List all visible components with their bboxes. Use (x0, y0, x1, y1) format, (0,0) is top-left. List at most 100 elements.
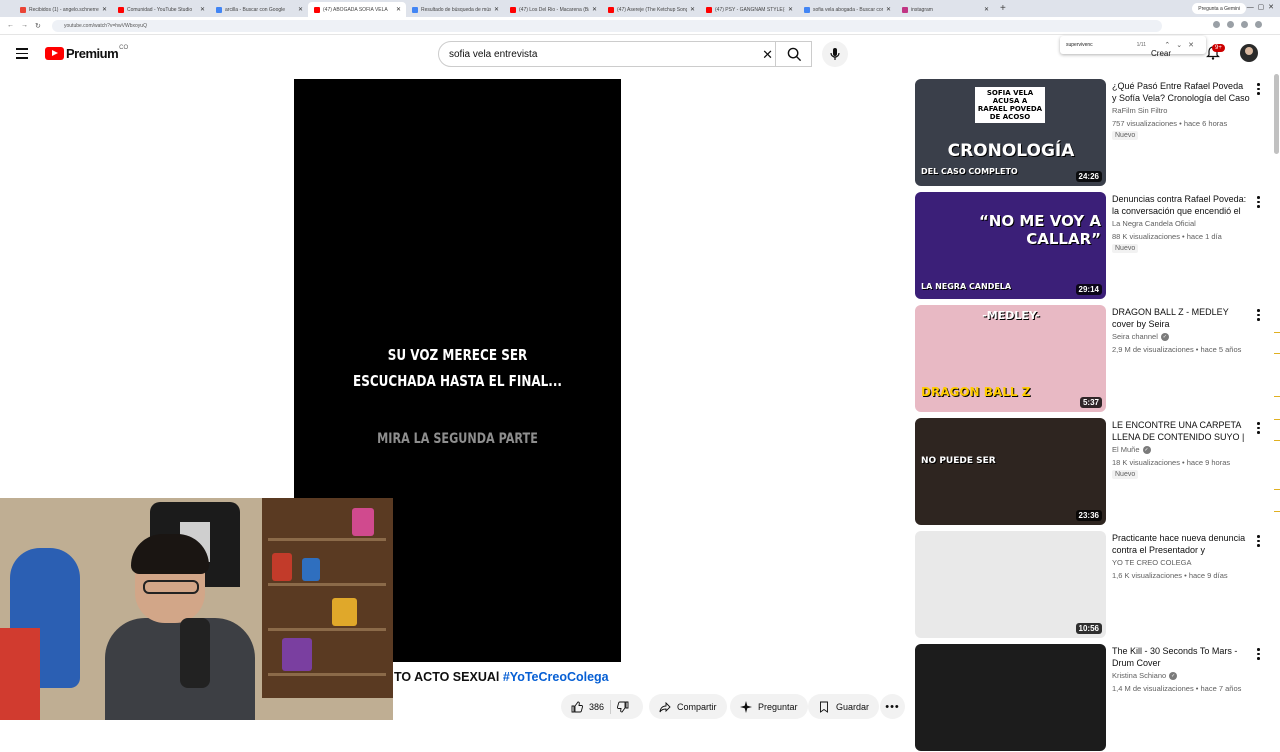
more-vert-icon[interactable] (1257, 83, 1260, 97)
webcam-overlay (0, 498, 393, 720)
thumb-overlay-text: “NO ME VOY A CALLAR” (978, 212, 1101, 248)
tab-title: Resultado de búsqueda de música (421, 6, 491, 13)
browser-tab[interactable]: (47) Asereje (The Ketchup Song) ✕ (602, 2, 700, 17)
search-input[interactable]: sofia vela entrevista ✕ (438, 41, 812, 67)
browser-tab[interactable]: arcilla - Buscar con Google ✕ (210, 2, 308, 17)
url-input[interactable]: youtube.com/watch?v=hwVWbxoyuQ (52, 20, 1162, 32)
zoom-icon[interactable] (1213, 21, 1220, 28)
recommended-title[interactable]: The Kill - 30 Seconds To Mars - Drum Cov… (1112, 645, 1250, 669)
recommended-video[interactable]: SOFIA VELA ACUSA A RAFAEL POVEDA DE ACOS… (915, 79, 1270, 187)
save-button[interactable]: Guardar (808, 694, 880, 719)
more-vert-icon[interactable] (1257, 309, 1260, 323)
tab-close-icon[interactable]: ✕ (690, 6, 695, 13)
bookmark-icon[interactable] (1227, 21, 1234, 28)
video-thumbnail[interactable] (915, 644, 1106, 751)
video-thumbnail[interactable]: NO PUEDE SER 23:36 (915, 418, 1106, 525)
tab-close-icon[interactable]: ✕ (102, 6, 107, 13)
recommended-title[interactable]: ¿Qué Pasó Entre Rafael Poveda y Sofía Ve… (1112, 80, 1250, 104)
voice-search-button[interactable] (822, 41, 848, 67)
ask-button[interactable]: Preguntar (730, 694, 808, 719)
thumb-overlay-text: NO PUEDE SER (921, 456, 996, 466)
channel-name-row[interactable]: Seira channel ✓ (1112, 332, 1169, 341)
sparkle-icon (740, 700, 752, 713)
browser-tab[interactable]: instagram ✕ (896, 2, 994, 17)
profile-icon[interactable] (1255, 21, 1262, 28)
browser-tab[interactable]: Resultado de búsqueda de música ✕ (406, 2, 504, 17)
address-bar: ← → ↻ youtube.com/watch?v=hwVWbxoyuQ (0, 17, 1280, 35)
create-button[interactable]: Crear (1151, 49, 1171, 63)
channel-name-row[interactable]: Kristina Schiano ✓ (1112, 671, 1178, 680)
recommended-video[interactable]: “NO ME VOY A CALLAR” LA NEGRA CANDELA 29:1… (915, 192, 1270, 300)
browser-tab[interactable]: Recibidos (1) - angelo.schnerre ✕ (14, 2, 112, 17)
save-label: Guardar (836, 701, 870, 712)
find-match-marker (1274, 419, 1280, 420)
more-actions-button[interactable]: ••• (880, 694, 905, 719)
overlay-subtext: MIRA LA SEGUNDA PARTE (377, 431, 538, 447)
recommended-title[interactable]: DRAGON BALL Z - MEDLEY cover by Seira (1112, 306, 1250, 330)
account-avatar[interactable] (1240, 44, 1258, 62)
verified-check-icon: ✓ (1142, 445, 1151, 454)
create-label: Crear (1151, 49, 1172, 58)
thumb-overlay-top: SOFIA VELA ACUSA A RAFAEL POVEDA DE ACOS… (975, 87, 1045, 123)
browser-tab[interactable]: sofia vela abogada - Buscar con ✕ (798, 2, 896, 17)
window-controls[interactable]: — ▢ ✕ (1247, 3, 1274, 11)
tab-close-icon[interactable]: ✕ (200, 6, 205, 13)
channel-name-row[interactable]: El Muñe ✓ (1112, 445, 1151, 454)
tab-close-icon[interactable]: ✕ (494, 6, 499, 13)
search-button[interactable] (775, 41, 813, 67)
recommended-video[interactable]: -MEDLEY- DRAGON BALL Z 5:37 DRAGON BALL Z … (915, 305, 1270, 413)
share-button[interactable]: Compartir (649, 694, 727, 719)
tab-close-icon[interactable]: ✕ (788, 6, 793, 13)
more-vert-icon[interactable] (1257, 196, 1260, 210)
video-meta: 1,4 M de visualizaciones • hace 7 años (1112, 684, 1242, 693)
video-hashtag-link[interactable]: #YoTeCreoColega (503, 670, 609, 684)
search-value: sofia vela entrevista (449, 48, 538, 60)
youtube-premium-logo[interactable]: Premium CO (45, 45, 128, 61)
forward-icon[interactable]: → (21, 22, 28, 29)
like-icon[interactable] (571, 701, 583, 713)
ask-label: Preguntar (758, 701, 798, 712)
browser-tab[interactable]: (47) ABOGADA SOFIA VELA ✕ (308, 2, 406, 17)
find-controls[interactable]: ⌃⌄✕ (1164, 41, 1200, 49)
tab-close-icon[interactable]: ✕ (886, 6, 891, 13)
channel-name: Kristina Schiano (1112, 671, 1167, 680)
new-tab-button[interactable]: + (1000, 3, 1006, 14)
recommended-title[interactable]: Practicante hace nueva denuncia contra e… (1112, 532, 1250, 556)
like-count: 386 (589, 701, 605, 712)
back-icon[interactable]: ← (7, 22, 14, 29)
tab-close-icon[interactable]: ✕ (396, 6, 401, 13)
reload-icon[interactable]: ↻ (35, 22, 41, 30)
channel-name-row[interactable]: La Negra Candela Oficial (1112, 219, 1196, 228)
recommended-video[interactable]: 10:56 Practicante hace nueva denuncia co… (915, 531, 1270, 639)
recommended-title[interactable]: Denuncias contra Rafael Poveda: la conve… (1112, 193, 1250, 217)
video-thumbnail[interactable]: -MEDLEY- DRAGON BALL Z 5:37 (915, 305, 1106, 412)
more-vert-icon[interactable] (1257, 648, 1260, 662)
channel-name-row[interactable]: RaFilm Sin Filtro (1112, 106, 1167, 115)
video-thumbnail[interactable]: SOFIA VELA ACUSA A RAFAEL POVEDA DE ACOS… (915, 79, 1106, 186)
recommended-video[interactable]: NO PUEDE SER 23:36 LE ENCONTRE UNA CARPET… (915, 418, 1270, 526)
menu-icon[interactable] (16, 48, 28, 62)
extensions-icon[interactable] (1241, 21, 1248, 28)
more-vert-icon[interactable] (1257, 422, 1260, 436)
more-vert-icon[interactable] (1257, 535, 1260, 549)
browser-tab[interactable]: (47) Los Del Rio - Macarena (Ba ✕ (504, 2, 602, 17)
video-thumbnail[interactable]: 10:56 (915, 531, 1106, 638)
video-meta: 18 K visualizaciones • hace 9 horas (1112, 458, 1231, 467)
clear-search-icon[interactable]: ✕ (762, 47, 773, 63)
browser-tab[interactable]: Comunidad - YouTube Studio ✕ (112, 2, 210, 17)
page-scrollbar[interactable] (1274, 74, 1279, 154)
dislike-icon[interactable] (617, 701, 629, 713)
recommended-video[interactable]: The Kill - 30 Seconds To Mars - Drum Cov… (915, 644, 1270, 752)
channel-name-row[interactable]: YO TE CREO COLEGA (1112, 558, 1191, 567)
browser-tab[interactable]: (47) PSY - GANGNAM STYLE(강 ✕ (700, 2, 798, 17)
video-meta: 2,9 M de visualizaciones • hace 5 años (1112, 345, 1242, 354)
tab-close-icon[interactable]: ✕ (984, 6, 989, 13)
video-thumbnail[interactable]: “NO ME VOY A CALLAR” LA NEGRA CANDELA 29:1… (915, 192, 1106, 299)
recommended-title[interactable]: LE ENCONTRE UNA CARPETA LLENA DE CONTENI… (1112, 419, 1250, 443)
tab-close-icon[interactable]: ✕ (298, 6, 303, 13)
tab-close-icon[interactable]: ✕ (592, 6, 597, 13)
webcam-shelf (262, 498, 393, 698)
tab-title: (47) Asereje (The Ketchup Song) (617, 6, 687, 13)
gemini-button[interactable]: Pregunta a Gemini (1192, 3, 1246, 14)
find-in-page-bar[interactable]: supervivenc 1/11 ⌃⌄✕ (1060, 36, 1206, 54)
